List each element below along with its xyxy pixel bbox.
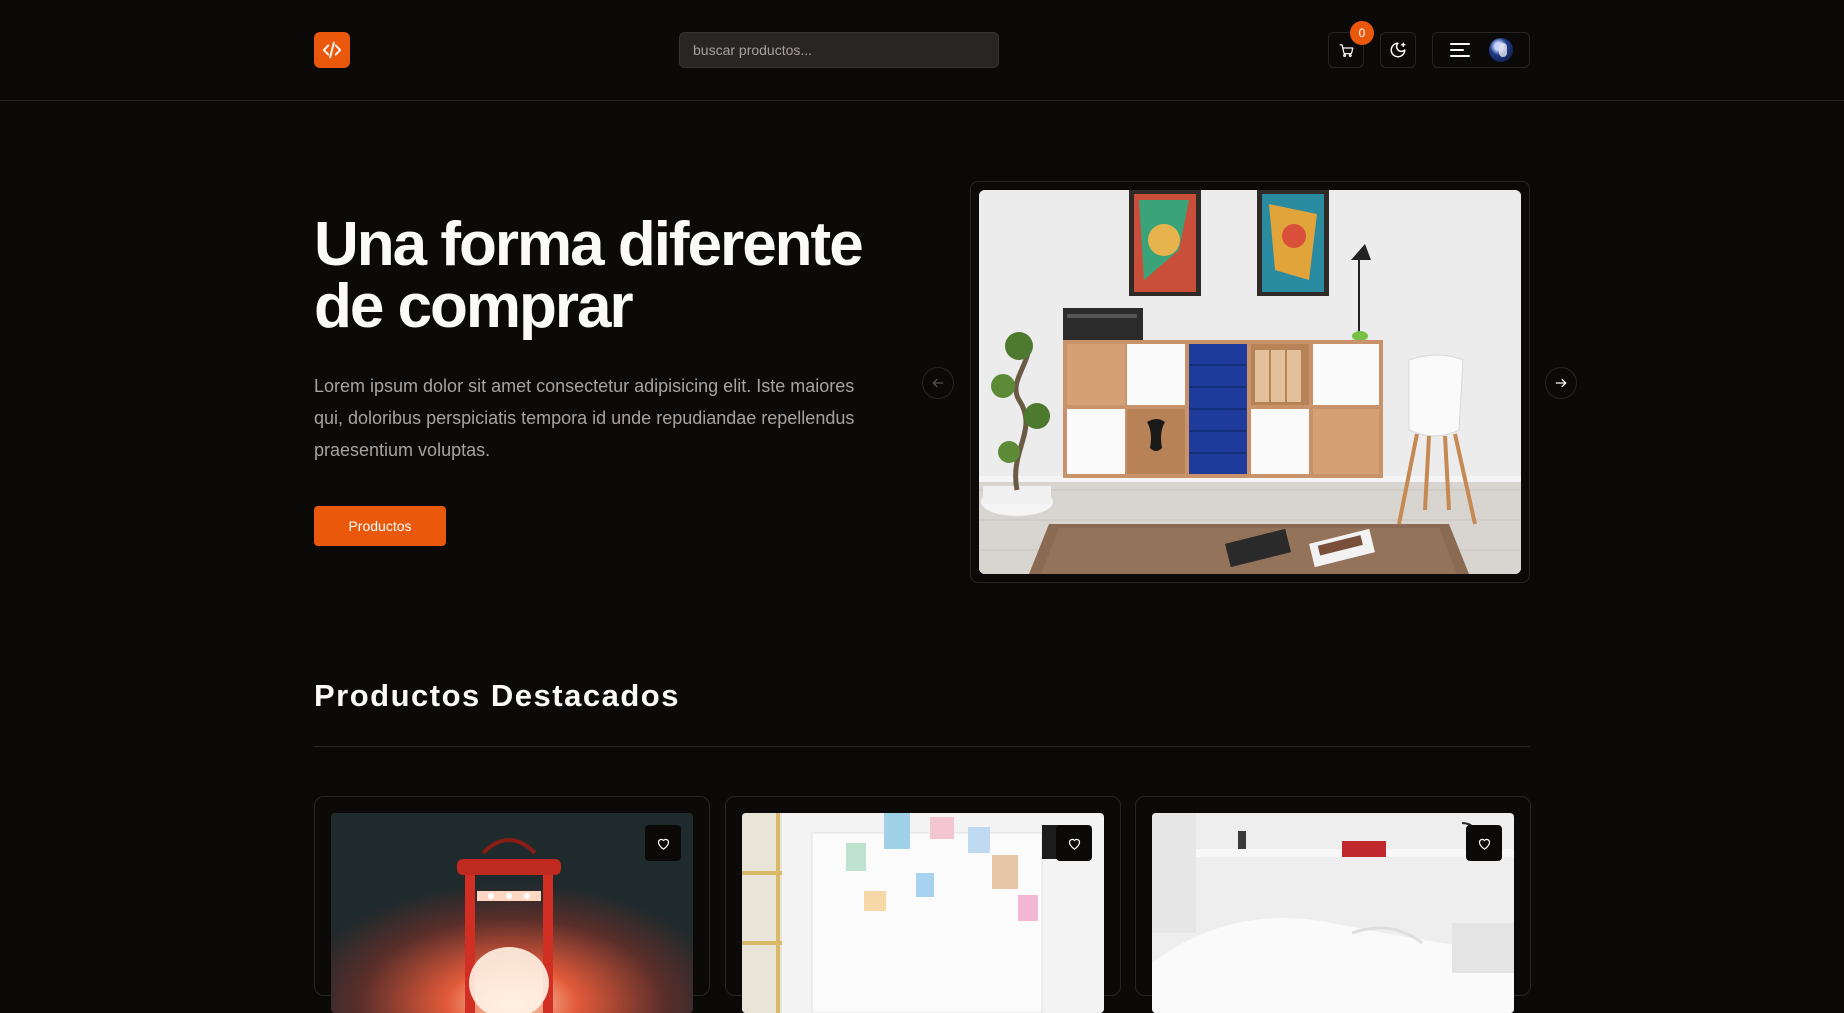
heart-icon xyxy=(657,838,669,850)
products-button[interactable]: Productos xyxy=(314,506,446,546)
user-menu-button[interactable] xyxy=(1432,32,1530,68)
product-card[interactable] xyxy=(725,796,1121,1013)
logo[interactable] xyxy=(314,32,350,68)
favorite-button[interactable] xyxy=(1056,825,1092,861)
product-card[interactable] xyxy=(314,796,710,1013)
hero-carousel xyxy=(970,181,1530,583)
arrow-left-icon xyxy=(932,378,944,388)
favorite-button[interactable] xyxy=(1466,825,1502,861)
site-header: 0 xyxy=(0,0,1844,101)
hero-description: Lorem ipsum dolor sit amet consectetur a… xyxy=(314,376,855,460)
avatar xyxy=(1489,38,1513,62)
carousel-next-button[interactable] xyxy=(1545,367,1577,399)
carousel-slide-image xyxy=(979,190,1521,574)
product-image-bedroom xyxy=(1152,813,1514,1013)
hero-title: Una forma diferente de comprar xyxy=(314,210,864,341)
heart-icon xyxy=(1478,838,1490,850)
heart-icon xyxy=(1068,838,1080,850)
cart-count-badge: 0 xyxy=(1350,21,1374,45)
code-icon xyxy=(322,41,342,59)
moon-icon xyxy=(1390,42,1406,58)
section-title: Productos Destacados xyxy=(314,678,680,713)
favorite-button[interactable] xyxy=(645,825,681,861)
theme-toggle-button[interactable] xyxy=(1380,32,1416,68)
search-input[interactable] xyxy=(679,32,999,68)
menu-icon xyxy=(1450,43,1470,57)
section-divider xyxy=(314,746,1530,747)
product-image-lantern xyxy=(331,813,693,1013)
cart-icon xyxy=(1339,43,1353,57)
arrow-right-icon xyxy=(1555,378,1567,388)
carousel-prev-button[interactable] xyxy=(922,367,954,399)
product-card[interactable] xyxy=(1135,796,1531,1013)
product-image-pinboard xyxy=(742,813,1104,1013)
